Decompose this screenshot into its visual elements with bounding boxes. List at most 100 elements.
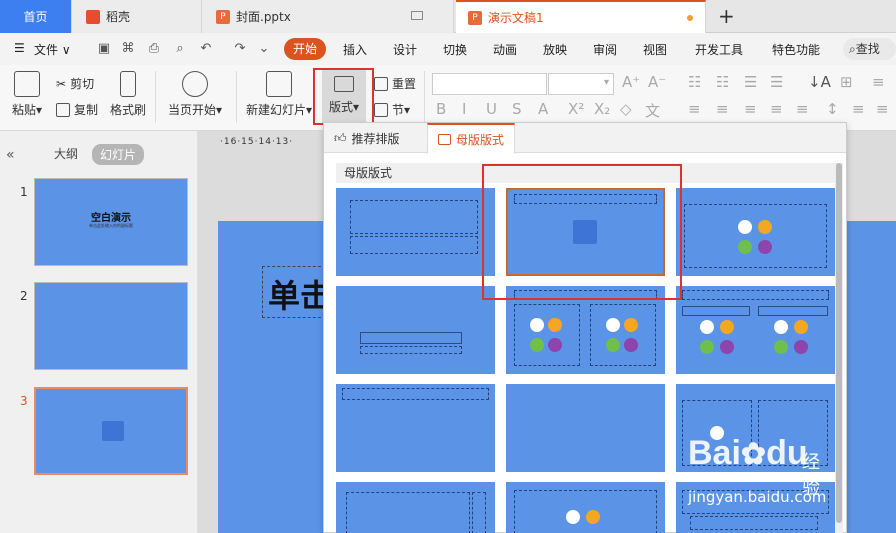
play-from-current-button[interactable]: 当页开始▾ xyxy=(168,71,222,118)
undo-icon[interactable]: ↶ xyxy=(198,41,214,57)
text-direction-icon[interactable]: ≡ xyxy=(852,100,865,118)
cut-button[interactable]: ✂ 剪切 xyxy=(56,75,94,92)
redo-icon[interactable]: ↷ xyxy=(232,41,248,57)
title-placeholder xyxy=(360,332,462,344)
left-content-placeholder xyxy=(514,304,580,366)
section-button[interactable]: 节 ▾ xyxy=(374,101,410,118)
font-size-select[interactable]: ▾ xyxy=(548,73,614,95)
tab-file[interactable]: P 封面.pptx xyxy=(202,0,454,33)
menu-transition[interactable]: 切换 xyxy=(443,41,467,58)
decrease-font-icon[interactable]: A⁻ xyxy=(648,73,666,91)
new-tab-button[interactable]: + xyxy=(718,4,735,28)
picture-icon xyxy=(566,510,580,524)
new-slide-button[interactable]: 新建幻灯片▾ xyxy=(246,71,312,118)
eraser-icon[interactable]: ◇ xyxy=(620,100,632,118)
menu-design[interactable]: 设计 xyxy=(393,41,417,58)
menu-insert[interactable]: 插入 xyxy=(343,41,367,58)
layout-content-icons[interactable] xyxy=(676,188,835,276)
monitor-icon[interactable] xyxy=(411,11,423,20)
italic-icon[interactable]: I xyxy=(462,100,466,118)
indent-icon[interactable]: ☰ xyxy=(770,73,783,91)
subscript-icon[interactable]: X₂ xyxy=(594,100,610,118)
section-label: 节 xyxy=(392,103,405,117)
tab-recommended-layout[interactable]: 👍︎ 推荐排版 xyxy=(324,123,410,153)
layout-section-header[interactable] xyxy=(336,286,495,374)
play-icon xyxy=(182,71,209,97)
tab-slides[interactable]: 幻灯片 xyxy=(92,144,145,165)
font-color-icon[interactable]: A xyxy=(538,100,548,118)
distribute-icon[interactable]: ≡ xyxy=(796,100,809,118)
slide-thumbnail-2[interactable] xyxy=(34,282,188,370)
export-icon[interactable]: ⌘ xyxy=(120,41,136,57)
phonetic-icon[interactable]: 文 xyxy=(645,100,660,121)
save-icon[interactable]: ▣ xyxy=(96,41,112,57)
bold-icon[interactable]: B xyxy=(436,100,446,118)
tab-outline[interactable]: 大纲 xyxy=(54,145,78,162)
slide-number: 3 xyxy=(20,394,28,408)
outdent-icon[interactable]: ☰ xyxy=(744,73,757,91)
menu-slideshow[interactable]: 放映 xyxy=(543,41,567,58)
hamburger-icon[interactable]: ☰ xyxy=(14,41,25,55)
tab-presentation1[interactable]: P 演示文稿1 xyxy=(456,0,706,33)
print-icon[interactable]: ⎙ xyxy=(146,41,162,57)
align-tools-icon[interactable]: ≡ xyxy=(872,73,885,91)
menu-features[interactable]: 特色功能 xyxy=(772,41,820,58)
slide-thumbnail-1[interactable]: 空白演示 单击此处输入你的副标题 xyxy=(34,178,188,266)
watermark-url: jingyan.baidu.com xyxy=(688,488,827,506)
layout-blank[interactable] xyxy=(506,384,665,472)
title-placeholder xyxy=(682,290,829,300)
picture-icon xyxy=(700,320,714,334)
layout-comparison[interactable] xyxy=(676,286,835,374)
layout-title-only[interactable] xyxy=(336,384,495,472)
menu-view[interactable]: 视图 xyxy=(643,41,667,58)
preview-icon[interactable]: ⌕ xyxy=(172,41,188,57)
collapse-panel-icon[interactable]: « xyxy=(6,147,15,163)
layout-title-slide[interactable] xyxy=(336,188,495,276)
format-painter-button[interactable]: 格式刷 xyxy=(110,71,146,118)
align-left-icon[interactable]: ≡ xyxy=(688,100,701,118)
vertical-align-icon[interactable]: ≡ xyxy=(876,100,889,118)
menu-animation[interactable]: 动画 xyxy=(493,41,517,58)
layout-vertical-text[interactable] xyxy=(506,482,665,533)
search-button[interactable]: ⌕查找 xyxy=(843,38,896,60)
caption-placeholder xyxy=(690,516,818,530)
menu-review[interactable]: 审阅 xyxy=(593,41,617,58)
title-placeholder xyxy=(350,200,478,234)
justify-icon[interactable]: ≡ xyxy=(770,100,783,118)
highlight-box-layout xyxy=(313,68,374,125)
menu-start[interactable]: 开始 xyxy=(284,38,326,60)
hand-icon xyxy=(624,318,638,332)
increase-font-icon[interactable]: A⁺ xyxy=(622,73,640,91)
superscript-icon[interactable]: X² xyxy=(568,100,584,118)
numbering-icon[interactable]: ☷ xyxy=(716,73,729,91)
align-center-icon[interactable]: ≡ xyxy=(716,100,729,118)
align-right-icon[interactable]: ≡ xyxy=(744,100,757,118)
tab-home-label: 首页 xyxy=(23,10,48,24)
dropdown-scrollbar[interactable] xyxy=(835,163,843,533)
copy-button[interactable]: 复制 xyxy=(56,101,98,118)
paste-label: 粘贴 xyxy=(12,103,37,117)
sort-icon[interactable]: ↓A xyxy=(808,73,831,91)
scrollbar-thumb[interactable] xyxy=(836,163,842,523)
line-spacing-icon[interactable]: ↕ xyxy=(826,100,839,118)
paste-button[interactable]: 粘贴▾ xyxy=(12,71,42,118)
menu-bar: ☰ 文件 ∨ ▣ ⌘ ⎙ ⌕ ↶ ↷ ⌄ 开始 插入 设计 切换 动画 放映 审… xyxy=(0,33,896,65)
quick-access-dropdown-icon[interactable]: ⌄ xyxy=(256,41,272,57)
hand-icon xyxy=(758,220,772,234)
tab-master-layout[interactable]: 母版版式 xyxy=(427,123,516,154)
columns-icon[interactable]: ⊞ xyxy=(840,73,853,91)
underline-icon[interactable]: U xyxy=(486,100,497,118)
menu-file[interactable]: 文件 ∨ xyxy=(34,41,71,58)
heading-right-placeholder xyxy=(758,306,828,316)
layout-vertical-title[interactable] xyxy=(336,482,495,533)
tab-home[interactable]: 首页 xyxy=(0,0,72,33)
ribbon-divider xyxy=(155,71,156,123)
reset-button[interactable]: 重置 xyxy=(374,75,416,92)
slide-thumbnail-3[interactable] xyxy=(34,387,188,475)
font-name-select[interactable] xyxy=(432,73,547,95)
search-label: 查找 xyxy=(855,42,880,56)
strikethrough-icon[interactable]: S xyxy=(512,100,522,118)
bullets-icon[interactable]: ☷ xyxy=(688,73,701,91)
tab-daoke[interactable]: 稻壳 xyxy=(72,0,202,33)
menu-developer[interactable]: 开发工具 xyxy=(695,41,743,58)
